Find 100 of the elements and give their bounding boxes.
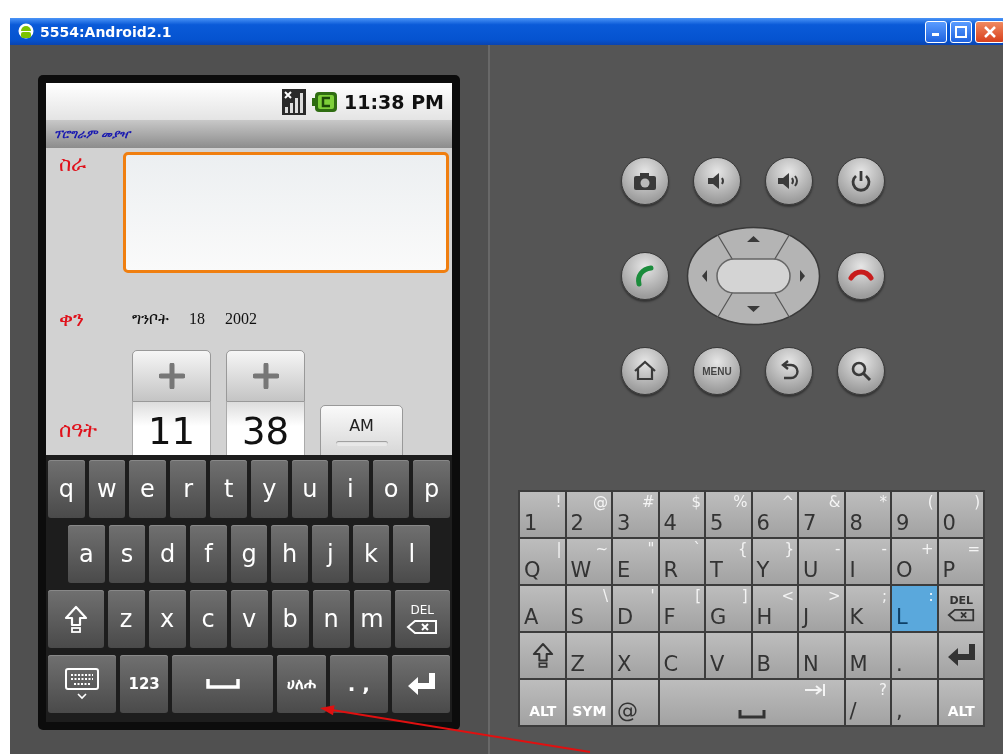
keyboard-key[interactable]: g — [230, 525, 268, 583]
keyboard-key[interactable]: O + — [892, 539, 937, 584]
minimize-button[interactable] — [925, 20, 947, 43]
keyboard-key[interactable]: 9 ( — [892, 492, 937, 537]
window-title: 5554:Android2.1 — [40, 23, 172, 40]
power-button[interactable] — [837, 157, 885, 205]
keyboard-key[interactable]: o — [372, 460, 410, 518]
keyboard-key[interactable]: q — [48, 460, 85, 518]
keyboard-key[interactable]: K ; — [845, 586, 890, 631]
keyboard-key[interactable]: w — [88, 460, 126, 518]
keyboard-key[interactable]: h — [271, 525, 309, 583]
keyboard-key[interactable]: D ' — [613, 586, 658, 631]
maximize-button[interactable] — [950, 20, 972, 43]
keyboard-key[interactable]: l — [393, 525, 431, 583]
keyboard-key[interactable]: a — [68, 525, 105, 583]
keyboard-key[interactable]: R ` — [659, 539, 704, 584]
keyboard-key[interactable]: p — [413, 460, 450, 518]
keyboard-key[interactable]: t — [210, 460, 247, 518]
volume-up-button[interactable] — [765, 157, 813, 205]
keyboard-key[interactable]: x — [148, 590, 186, 648]
space-key[interactable] — [172, 655, 274, 713]
home-button[interactable] — [621, 347, 669, 395]
increment-button[interactable] — [132, 350, 211, 402]
keyboard-key[interactable]: 6 ^ — [752, 492, 797, 537]
keyboard-key[interactable]: Y } — [752, 539, 797, 584]
menu-button[interactable]: MENU — [693, 347, 741, 395]
keyboard-key[interactable]: . — [892, 633, 937, 678]
keyboard-key[interactable]: L : — [892, 586, 937, 631]
keyboard-key[interactable]: C — [659, 633, 704, 678]
keyboard-key[interactable]: y — [250, 460, 288, 518]
field-label: ቀን — [58, 306, 85, 331]
keyboard-key[interactable]: J > — [799, 586, 844, 631]
keyboard-key[interactable]: n — [312, 590, 350, 648]
keyboard-key[interactable]: , — [892, 680, 937, 725]
keyboard-key[interactable]: E " — [613, 539, 658, 584]
keyboard-key[interactable]: z — [107, 590, 145, 648]
keyboard-key[interactable]: k — [352, 525, 390, 583]
keyboard-key[interactable]: 1 ! — [520, 492, 565, 537]
keyboard-key[interactable]: H < — [752, 586, 797, 631]
directional-pad[interactable] — [685, 226, 821, 326]
delete-key[interactable]: DEL — [394, 590, 450, 648]
mode-key[interactable]: 123 — [119, 655, 169, 713]
keyboard-key[interactable]: i — [332, 460, 369, 518]
keyboard-key[interactable]: c — [189, 590, 227, 648]
keyboard-key[interactable]: X — [613, 633, 658, 678]
keyboard-key[interactable]: j — [312, 525, 349, 583]
keyboard-key[interactable]: b — [271, 590, 309, 648]
delete-key[interactable]: DEL — [938, 586, 983, 631]
search-button[interactable] — [837, 347, 885, 395]
end-call-button[interactable] — [837, 252, 885, 300]
keyboard-key[interactable]: r — [169, 460, 207, 518]
keyboard-key[interactable]: . , — [329, 655, 388, 713]
shift-key[interactable] — [520, 633, 565, 678]
keyboard-key[interactable]: F [ — [659, 586, 704, 631]
keyboard-key[interactable]: @ — [613, 680, 658, 725]
keyboard-key[interactable]: B — [752, 633, 797, 678]
keyboard-key[interactable]: Q | — [520, 539, 565, 584]
enter-key[interactable] — [938, 633, 983, 678]
keyboard-key[interactable]: / ? — [845, 680, 890, 725]
increment-button[interactable] — [226, 350, 305, 402]
keyboard-key[interactable]: v — [230, 590, 268, 648]
call-button[interactable] — [621, 252, 669, 300]
keyboard-key[interactable]: u — [291, 460, 329, 518]
camera-button[interactable] — [621, 157, 669, 205]
keyboard-key[interactable]: 0 ) — [938, 492, 983, 537]
keyboard-key[interactable]: 3 # — [613, 492, 658, 537]
keyboard-key[interactable]: 2 @ — [566, 492, 611, 537]
keyboard-key[interactable]: 4 $ — [659, 492, 704, 537]
close-button[interactable] — [975, 20, 1003, 43]
shift-key[interactable] — [48, 590, 104, 648]
keyboard-key[interactable]: W ~ — [566, 539, 611, 584]
keyboard-key[interactable]: M — [845, 633, 890, 678]
keyboard-key[interactable]: I - — [845, 539, 890, 584]
keyboard-key[interactable]: S \ — [566, 586, 611, 631]
keyboard-key[interactable]: 7 & — [799, 492, 844, 537]
keyboard-key[interactable]: P = — [938, 539, 983, 584]
mode-key[interactable]: ሀለሐ — [277, 655, 326, 713]
am-pm-button[interactable]: AM — [320, 405, 403, 455]
keyboard-key[interactable]: G ] — [706, 586, 751, 631]
keyboard-key[interactable]: 5 % — [706, 492, 751, 537]
keyboard-key[interactable]: f — [190, 525, 227, 583]
back-button[interactable] — [765, 347, 813, 395]
keyboard-key[interactable]: V — [706, 633, 751, 678]
picker-value: 11 — [132, 402, 211, 455]
keyboard-key[interactable]: T { — [706, 539, 751, 584]
keyboard-key[interactable]: m — [353, 590, 391, 648]
text-area[interactable] — [123, 152, 449, 273]
keyboard-key[interactable]: s — [108, 525, 146, 583]
keyboard-options-key[interactable] — [48, 655, 116, 713]
enter-key[interactable] — [391, 655, 450, 713]
space-key[interactable] — [659, 680, 844, 725]
keyboard-key[interactable]: U - — [799, 539, 844, 584]
keyboard-key[interactable]: 8 * — [845, 492, 890, 537]
keyboard-key[interactable]: e — [129, 460, 166, 518]
keyboard-key[interactable]: Z — [566, 633, 611, 678]
enter-icon — [946, 642, 977, 667]
keyboard-key[interactable]: A — [520, 586, 565, 631]
keyboard-key[interactable]: d — [149, 525, 186, 583]
volume-down-button[interactable] — [693, 157, 741, 205]
keyboard-key[interactable]: N — [799, 633, 844, 678]
